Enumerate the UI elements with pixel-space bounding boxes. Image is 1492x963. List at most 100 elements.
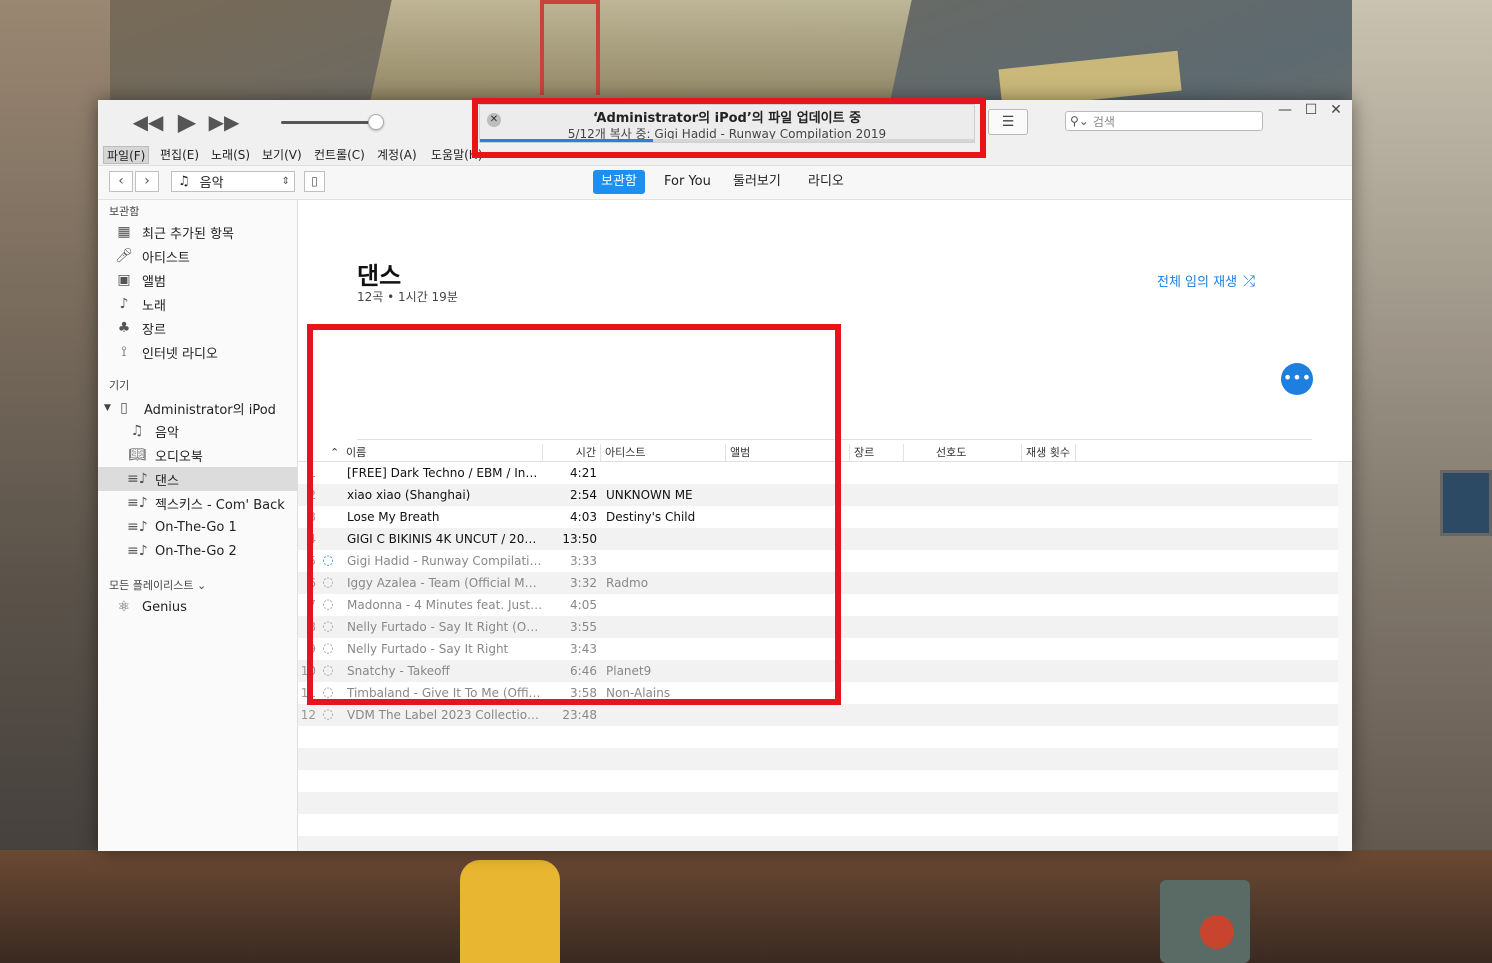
note-icon: ♪ [119,296,129,312]
table-row[interactable]: 11 Timbaland - Give It To Me (Official...… [298,682,1338,704]
track-name: Timbaland - Give It To Me (Official... [347,686,543,700]
sidebar-item-internet-radio[interactable]: ⟟ 인터넷 라디오 [98,340,297,364]
track-time: 13:50 [562,532,597,546]
tab-library[interactable]: 보관함 [593,170,645,194]
volume-slider[interactable] [281,121,376,124]
devices-header: 기기 [109,379,130,392]
more-options-button[interactable]: ••• [1281,363,1313,395]
column-genre[interactable]: 장르 [850,444,904,462]
track-time: 4:21 [570,466,597,480]
rewind-icon[interactable]: ◀◀ [133,110,164,134]
table-row[interactable]: 12 VDM The Label 2023 Collection in... 23:… [298,704,1338,726]
tab-for-you[interactable]: For You [656,170,719,194]
track-time: 23:48 [562,708,597,722]
sidebar-item-label: 젝스키스 - Com' Back [155,497,285,513]
menu-song[interactable]: 노래(S) [208,146,253,164]
menu-controls[interactable]: 컨트롤(C) [311,146,368,164]
sidebar-item-label: 댄스 [155,473,179,489]
sidebar-item-playlist-dance[interactable]: ≡♪ 댄스 [98,467,297,491]
sidebar-item-albums[interactable]: ▣ 앨범 [98,268,297,292]
track-time: 3:58 [570,686,597,700]
table-row[interactable]: 5 Gigi Hadid - Runway Compilation... 3:33 ◌ [298,550,1338,572]
sidebar-item-label: 아티스트 [142,250,190,266]
track-number: 6 [308,576,316,590]
sidebar-item-playlist-otg1[interactable]: ≡♪ On-The-Go 1 [98,515,297,539]
tab-radio[interactable]: 라디오 [800,170,852,194]
table-row[interactable]: 6 Iggy Azalea - Team (Official Music... 3:… [298,572,1338,594]
sidebar-item-recent[interactable]: ▦ 최근 추가된 항목 [98,220,297,244]
back-button[interactable]: ‹ [109,171,133,192]
minimize-icon[interactable]: — [1272,100,1298,120]
scrollbar[interactable] [1338,462,1352,851]
column-play-count[interactable]: 재생 횟수 [1022,444,1076,462]
track-artist [606,616,726,638]
sidebar-item-genius[interactable]: ⚛ Genius [98,595,297,619]
track-artist [606,462,726,484]
empty-row [298,770,1338,792]
sidebar-item-label: Administrator의 iPod [144,402,276,418]
sidebar-item-artists[interactable]: 🎤︎ 아티스트 [98,244,297,268]
waiting-icon: ◌ [322,619,334,634]
sidebar-item-device-audiobooks[interactable]: 📖︎ 오디오북 [98,443,297,467]
table-row[interactable]: 1 [FREE] Dark Techno / EBM / Indust... 4:2… [298,462,1338,484]
track-time: 2:54 [570,488,597,502]
search-field[interactable]: ⚲⌄ 검색 [1065,111,1263,131]
track-name: GIGI C BIKINIS 4K UNCUT / 2019 S... [347,532,543,546]
sidebar-item-label: 장르 [142,322,166,338]
playlist-icon: ≡♪ [127,543,148,559]
maximize-icon[interactable]: ☐ [1298,100,1324,120]
column-album[interactable]: 앨범 [726,444,850,462]
track-artist: Planet9 [606,664,652,678]
table-row[interactable]: 8 Nelly Furtado - Say It Right (Offici...… [298,616,1338,638]
wallpaper-shape [0,850,1492,963]
shuffle-all-button[interactable]: 전체 임의 재생 ⤮ [1157,271,1255,291]
sidebar-item-device-music[interactable]: ♫ 음악 [98,419,297,443]
track-artist [606,550,726,572]
sort-ascending-icon[interactable]: ⌃ [326,444,342,462]
column-artist[interactable]: 아티스트 [601,444,726,462]
playlist-icon: ≡♪ [127,495,148,511]
menu-edit[interactable]: 편집(E) [157,146,202,164]
up-next-list-button[interactable]: ☰ [988,109,1028,135]
track-name: Gigi Hadid - Runway Compilation... [347,554,543,568]
table-row[interactable]: 3 Lose My Breath 4:03 Destiny's Child [298,506,1338,528]
play-icon[interactable]: ▶ [172,108,202,136]
fast-forward-icon[interactable]: ▶▶ [209,110,240,134]
table-row[interactable]: 10 Snatchy - Takeoff 6:46 Planet9 ◌ [298,660,1338,682]
volume-knob[interactable] [368,114,384,130]
table-row[interactable]: 7 Madonna - 4 Minutes feat. Justin... 4:05… [298,594,1338,616]
tab-browse[interactable]: 둘러보기 [725,170,789,194]
track-number: 3 [308,510,316,524]
menu-file[interactable]: 파일(F) [103,146,150,164]
all-playlists-header[interactable]: 모든 플레이리스트 ⌄ [109,577,206,593]
column-time[interactable]: 시간 [543,444,601,462]
column-name[interactable]: 이름 [342,444,543,462]
disclosure-triangle-icon[interactable]: ▼ [104,403,114,413]
menu-help[interactable]: 도움말(H) [428,146,486,164]
genius-atom-icon: ⚛ [117,599,131,615]
table-row[interactable]: 4 GIGI C BIKINIS 4K UNCUT / 2019 S... 13:5… [298,528,1338,550]
sidebar-item-genres[interactable]: ♣ 장르 [98,316,297,340]
track-number: 11 [300,686,316,700]
track-time: 6:46 [570,664,597,678]
shuffle-label: 전체 임의 재생 [1157,275,1238,290]
sidebar-item-label: 오디오북 [155,449,203,465]
menu-account[interactable]: 계정(A) [374,146,420,164]
ipod-device-button[interactable]: ▯ [304,171,325,192]
close-icon[interactable]: ✕ [1323,100,1349,120]
menu-view[interactable]: 보기(V) [259,146,305,164]
sidebar-item-songs[interactable]: ♪ 노래 [98,292,297,316]
table-row[interactable]: 2 xiao xiao (Shanghai) 2:54 UNKNOWN ME [298,484,1338,506]
forward-button[interactable]: › [135,171,159,192]
table-row[interactable]: 9 Nelly Furtado - Say It Right 3:43 ◌ [298,638,1338,660]
all-playlists-label: 모든 플레이리스트 [109,579,194,592]
column-rating[interactable]: 선호도 [932,444,1022,462]
sidebar-item-ipod[interactable]: ▼ ▯ Administrator의 iPod [98,396,297,420]
empty-row [298,814,1338,836]
media-type-select[interactable]: ♫ 음악 ⇕ [171,171,295,192]
sidebar-item-playlist-sechskies[interactable]: ≡♪ 젝스키스 - Com' Back [98,491,297,515]
sidebar-item-playlist-otg2[interactable]: ≡♪ On-The-Go 2 [98,539,297,563]
track-artist [606,638,726,660]
navigation-bar: ‹ › ♫ 음악 ⇕ ▯ 보관함 For You 둘러보기 라디오 [98,166,1352,200]
track-name: VDM The Label 2023 Collection in... [347,708,543,722]
